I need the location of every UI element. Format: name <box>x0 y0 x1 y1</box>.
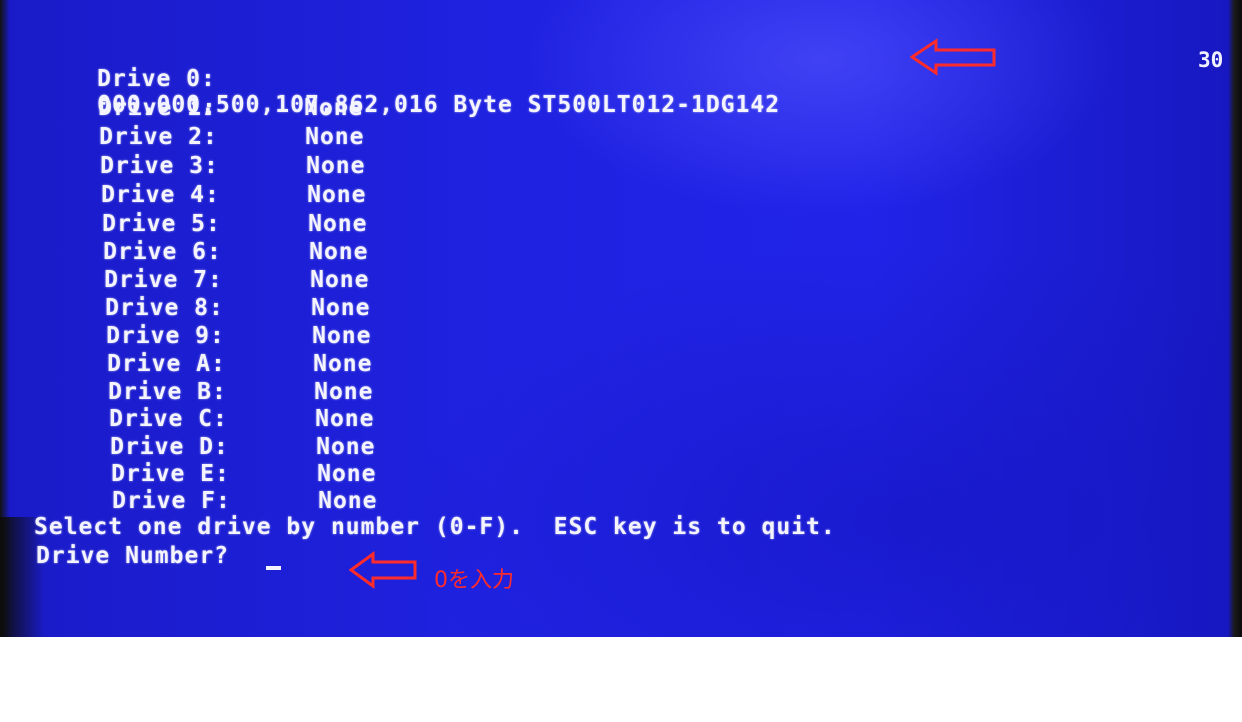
instruction-text: Select one drive by number (0-F). ESC ke… <box>34 514 836 540</box>
monitor-bezel-right <box>1228 0 1242 637</box>
drive-number-prompt: Drive Number? <box>36 543 230 569</box>
drive-list: Drive 0: 000,000,500,107,862,016 Byte ST… <box>8 40 779 534</box>
annotation-enter-zero: 0を入力 <box>434 568 514 593</box>
drive-value: None <box>318 488 378 514</box>
counter-value: 30 <box>1198 48 1224 72</box>
left-arrow-icon <box>910 38 996 76</box>
drive-label: Drive F: <box>112 488 231 514</box>
text-cursor[interactable] <box>266 566 281 570</box>
bios-screen: Drive 0: 000,000,500,107,862,016 Byte ST… <box>0 0 1242 637</box>
left-arrow-icon <box>349 551 417 589</box>
